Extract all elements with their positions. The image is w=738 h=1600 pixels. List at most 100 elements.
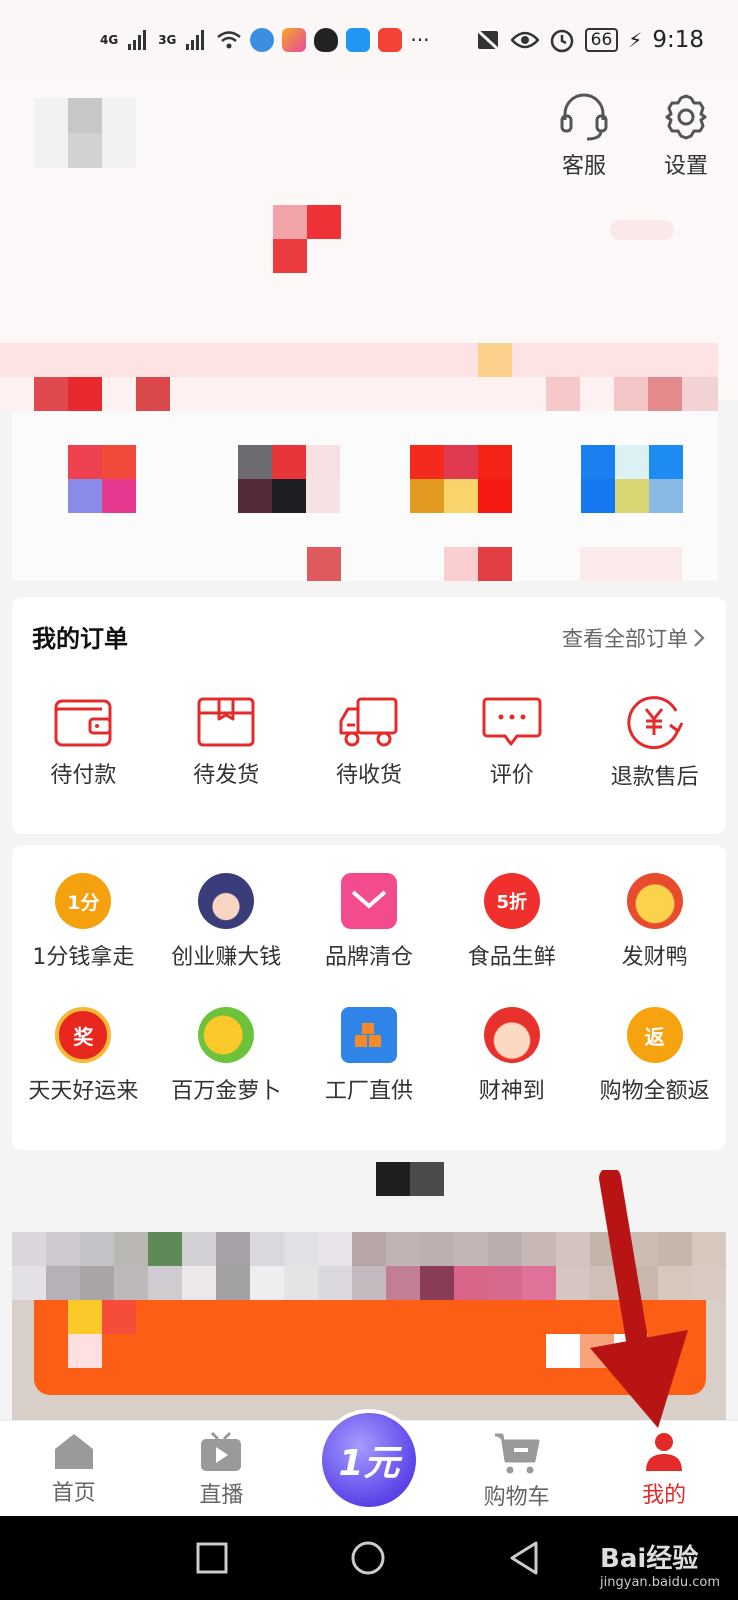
- refund-icon: [626, 696, 683, 750]
- service-label: 百万金萝卜: [171, 1079, 282, 1104]
- tv-play-icon: [201, 1431, 242, 1471]
- promo-banner[interactable]: [0, 343, 718, 411]
- cashback-icon: 返: [626, 1007, 683, 1063]
- back-icon[interactable]: [508, 1540, 540, 1576]
- service-label: 财神到: [478, 1079, 545, 1104]
- service-golden-carrot[interactable]: 百万金萝卜: [155, 1007, 298, 1105]
- tab-home[interactable]: 首页: [0, 1421, 148, 1516]
- baidu-jingyan-watermark: Bai经验 jingyan.baidu.com: [600, 1538, 720, 1590]
- package-icon: [197, 697, 255, 747]
- tab-cart[interactable]: 购物车: [443, 1421, 591, 1516]
- blurred-content: [273, 239, 307, 273]
- status-time: 9:18: [652, 27, 704, 53]
- blurred-content: [376, 1162, 410, 1196]
- services-grid-card: 1分 1分钱拿走 创业赚大钱 品牌清仓 5折 食品生鲜 发财鸭 奖 天天好运来 …: [12, 845, 726, 1150]
- tab-label: 购物车: [483, 1485, 550, 1510]
- one-cent-icon-text: 1分: [67, 891, 100, 914]
- no-sim-icon: [474, 28, 501, 52]
- apple-icon-text: 5折: [496, 892, 528, 913]
- order-refund-after-sale[interactable]: 退款售后: [583, 695, 726, 791]
- order-item-label: 待发货: [193, 763, 260, 788]
- watermark-brand: Bai经验: [600, 1544, 699, 1574]
- more-notifications-icon: ···: [410, 28, 430, 52]
- signal-bars-icon: [128, 30, 147, 50]
- blurred-content: [307, 205, 341, 239]
- product-feed[interactable]: [12, 1232, 726, 1422]
- service-lucky-duck[interactable]: 发财鸭: [583, 873, 726, 971]
- cashback-icon-text: 返: [644, 1024, 665, 1049]
- duck-icon: [626, 873, 683, 929]
- status-bar: 4G 3G ··· 66 ⚡ 9:18: [0, 0, 738, 80]
- wifi-icon: [217, 31, 242, 49]
- customer-service-button[interactable]: 客服: [554, 90, 614, 180]
- one-cent-icon: 1分: [55, 873, 112, 929]
- view-all-orders-label: 查看全部订单: [562, 627, 688, 651]
- order-pending-receipt[interactable]: 待收货: [298, 695, 441, 791]
- charging-icon: ⚡: [628, 28, 643, 52]
- service-one-cent[interactable]: 1分 1分钱拿走: [12, 873, 155, 971]
- settings-label: 设置: [663, 154, 708, 179]
- system-nav-bar: Bai经验 jingyan.baidu.com: [0, 1516, 738, 1600]
- gift-bag-icon: [340, 873, 397, 929]
- user-icon: [646, 1433, 683, 1471]
- service-brand-clearance[interactable]: 品牌清仓: [298, 873, 441, 971]
- service-startup[interactable]: 创业赚大钱: [155, 873, 298, 971]
- prize-icon-text: 奖: [73, 1024, 94, 1049]
- service-fortune-god[interactable]: 财神到: [440, 1007, 583, 1105]
- shopping-cart-icon: [494, 1433, 540, 1474]
- service-factory-direct[interactable]: 工厂直供: [298, 1007, 441, 1105]
- service-label: 品牌清仓: [324, 945, 413, 970]
- chevron-right-icon: [694, 629, 705, 647]
- home-icon: [54, 1434, 93, 1469]
- truck-icon: [339, 697, 398, 747]
- app-notification-icon: [346, 28, 371, 52]
- wallet-icon: [54, 699, 112, 747]
- app-notification-icon: [250, 28, 275, 52]
- my-orders-title: 我的订单: [32, 625, 128, 653]
- app-notification-icon: [282, 28, 307, 52]
- tab-mine[interactable]: 我的: [590, 1421, 738, 1516]
- one-yuan-button[interactable]: 1元: [321, 1413, 416, 1507]
- order-pending-payment[interactable]: 待付款: [12, 695, 155, 791]
- gear-icon: [665, 94, 707, 140]
- eye-icon: [510, 31, 539, 49]
- home-circle-icon[interactable]: [350, 1540, 386, 1576]
- order-pending-shipment[interactable]: 待发货: [155, 695, 298, 791]
- service-label: 购物全额返: [599, 1079, 710, 1104]
- tab-one-yuan[interactable]: 1元: [295, 1413, 443, 1516]
- bottom-tab-bar: 首页 直播 1元 购物车 我的: [0, 1413, 738, 1516]
- service-fresh-food[interactable]: 5折 食品生鲜: [440, 873, 583, 971]
- blurred-content: [273, 205, 307, 239]
- apple-icon: 5折: [483, 873, 540, 929]
- customer-service-label: 客服: [561, 154, 606, 179]
- tab-live[interactable]: 直播: [148, 1421, 296, 1516]
- tab-label: 我的: [642, 1483, 687, 1508]
- order-item-label: 评价: [489, 763, 534, 788]
- order-item-label: 退款售后: [610, 765, 699, 790]
- watermark-url: jingyan.baidu.com: [600, 1575, 720, 1590]
- view-all-orders-link[interactable]: 查看全部订单: [562, 623, 706, 653]
- one-yuan-label: 1元: [338, 1443, 400, 1484]
- service-daily-luck[interactable]: 奖 天天好运来: [12, 1007, 155, 1105]
- blurred-content: [410, 1162, 444, 1196]
- app-notification-icon: [378, 28, 403, 52]
- qq-icon: [314, 28, 339, 52]
- tab-label: 首页: [51, 1481, 96, 1506]
- tab-label: 直播: [199, 1483, 244, 1508]
- service-label: 食品生鲜: [467, 945, 556, 970]
- service-label: 发财鸭: [621, 945, 688, 970]
- signal-bars-icon: [186, 30, 205, 50]
- prize-icon: 奖: [55, 1007, 112, 1063]
- signal-3g-label: 3G: [158, 33, 177, 47]
- order-review[interactable]: 评价: [440, 695, 583, 791]
- service-label: 1分钱拿走: [32, 945, 135, 970]
- signal-4g-label: 4G: [100, 33, 119, 47]
- girl-avatar-icon: [198, 873, 255, 929]
- headset-icon: [560, 93, 608, 141]
- service-label: 天天好运来: [28, 1079, 139, 1104]
- avatar[interactable]: [34, 98, 136, 168]
- service-label: 创业赚大钱: [171, 945, 282, 970]
- recent-apps-icon[interactable]: [196, 1542, 228, 1574]
- settings-button[interactable]: 设置: [656, 90, 716, 180]
- service-full-cashback[interactable]: 返 购物全额返: [583, 1007, 726, 1105]
